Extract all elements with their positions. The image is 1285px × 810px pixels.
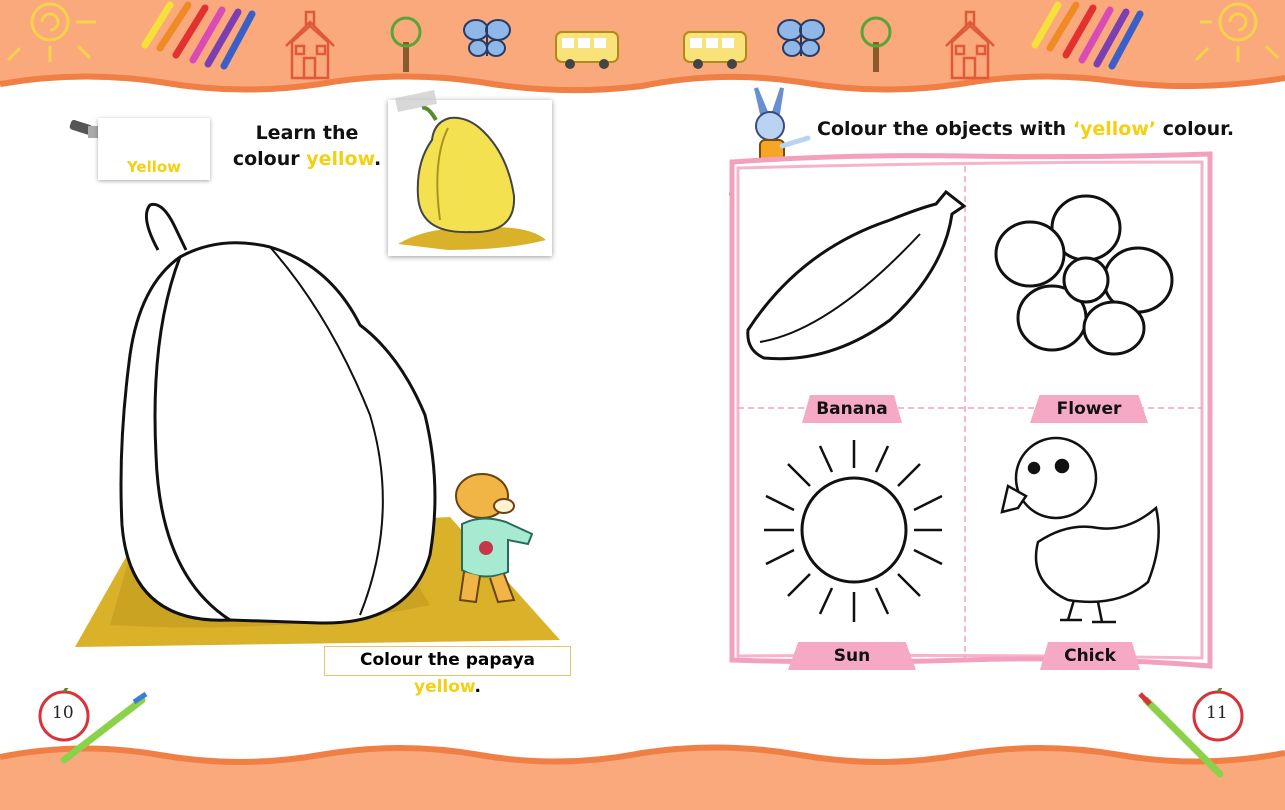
instruction-highlight: ‘yellow’ <box>1072 118 1157 140</box>
heading-line-1: Learn the <box>255 122 359 144</box>
label-chick: Chick <box>1040 642 1140 670</box>
heading-line-2: colour yellow. <box>232 146 382 172</box>
caption-highlight: yellow <box>413 677 475 697</box>
apple-brush-page-badge <box>1138 688 1244 778</box>
dog-mascot-illustration <box>455 473 534 604</box>
heading-highlight: yellow <box>306 148 374 170</box>
banana-outline-drawing <box>746 189 967 361</box>
flower-outline-drawing <box>994 194 1174 356</box>
apple-brush-page-badge <box>38 688 148 764</box>
right-instruction-heading: Colour the objects with ‘yellow’ colour. <box>817 116 1234 142</box>
caption-text: Colour the papaya <box>359 650 536 670</box>
top-decorative-band <box>0 0 1285 94</box>
papaya-instruction-caption: Colour the papaya yellow. <box>324 646 571 697</box>
instruction-tail: colour. <box>1156 118 1235 140</box>
page-number-left: 10 <box>52 703 74 723</box>
heading-punct: . <box>373 148 382 170</box>
chick-outline-drawing <box>1000 436 1160 624</box>
butterfly-icon <box>463 19 511 57</box>
yellow-swatch-card: Yellow <box>98 118 210 180</box>
label-flower: Flower <box>1030 395 1148 423</box>
page-number-right: 11 <box>1206 703 1228 723</box>
bottom-decorative-band <box>0 744 1285 810</box>
swatch-label: Yellow <box>126 158 182 176</box>
butterfly-icon <box>777 19 825 57</box>
sun-outline-drawing <box>764 440 943 622</box>
label-sun: Sun <box>788 642 916 670</box>
label-banana: Banana <box>802 395 902 423</box>
learn-colour-heading: Learn the colour yellow. <box>232 120 382 172</box>
caption-punct: . <box>474 677 482 697</box>
heading-text: colour <box>232 148 307 170</box>
instruction-text: Colour the objects with <box>817 118 1073 140</box>
